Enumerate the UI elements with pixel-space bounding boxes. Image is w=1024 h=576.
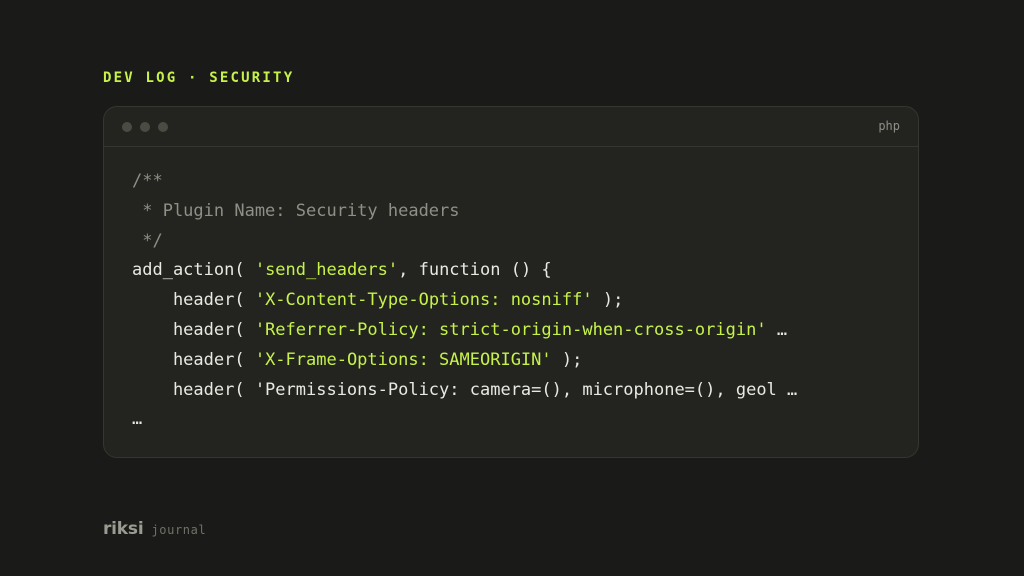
brand-subtitle: journal <box>151 523 207 537</box>
brand-logo: riksi <box>103 519 144 539</box>
code-token: header( <box>132 349 255 370</box>
code-token: /** <box>132 171 163 191</box>
code-token: header( <box>132 290 255 311</box>
code-line-3: */ <box>132 227 797 257</box>
code-token: , function () { <box>398 260 552 281</box>
code-token: … <box>766 319 788 340</box>
window-dot-2 <box>140 122 150 132</box>
code-token: * Plugin Name: Security headers <box>132 200 460 221</box>
window-dot-1 <box>122 122 132 132</box>
code-token: ); <box>592 290 624 311</box>
code-block: /** * Plugin Name: Security headers */ ad… <box>132 167 797 435</box>
window-dots <box>122 122 168 132</box>
footer-brand: riksi journal <box>103 519 206 539</box>
section-eyebrow: DEV LOG · SECURITY <box>103 70 295 86</box>
code-line-4: add_action( 'send_headers', function () … <box>132 256 797 286</box>
code-token: 'send_headers' <box>254 260 399 281</box>
code-line-1: /** <box>132 167 797 197</box>
code-line-9: … <box>132 405 797 435</box>
code-line-7: header( 'X-Frame-Options: SAMEORIGIN' ); <box>132 346 797 376</box>
language-label: php <box>878 119 900 133</box>
code-window-titlebar: php <box>104 107 918 147</box>
code-token: 'Referrer-Policy: strict-origin-when-cro… <box>254 319 767 340</box>
code-token: … <box>132 409 143 430</box>
code-line-5: header( 'X-Content-Type-Options: nosniff… <box>132 286 797 316</box>
code-token: add_action( <box>132 260 255 281</box>
window-dot-3 <box>158 122 168 132</box>
code-line-8: header( 'Permissions-Policy: camera=(), … <box>132 376 797 406</box>
code-token: 'X-Frame-Options: SAMEORIGIN' <box>254 349 552 370</box>
code-line-6: header( 'Referrer-Policy: strict-origin-… <box>132 316 797 346</box>
code-token: */ <box>132 230 163 251</box>
code-token: 'X-Content-Type-Options: nosniff' <box>254 290 593 311</box>
code-token: ); <box>551 349 583 370</box>
code-window: php /** * Plugin Name: Security headers … <box>103 106 919 458</box>
code-token: header( 'Permissions-Policy: camera=(), … <box>132 379 798 400</box>
code-token: header( <box>132 319 255 340</box>
code-line-2: * Plugin Name: Security headers <box>132 197 797 227</box>
